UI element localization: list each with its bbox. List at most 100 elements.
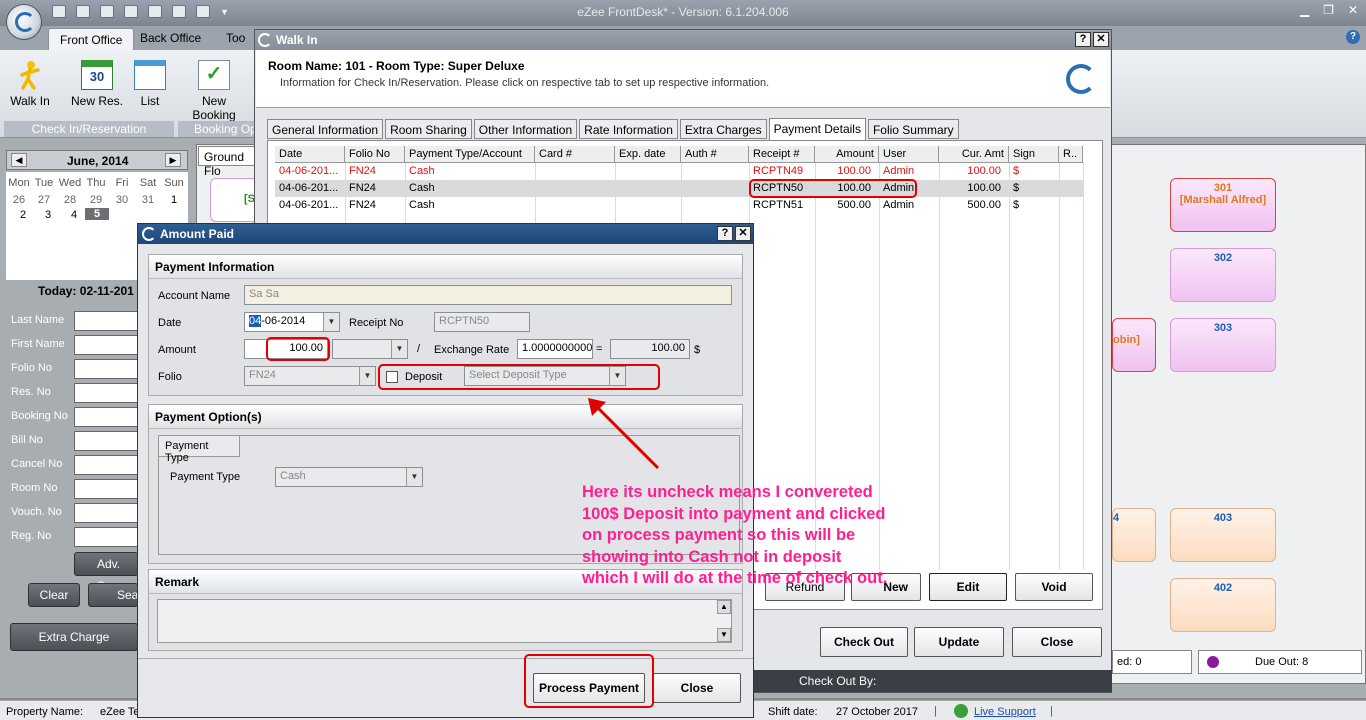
col-user[interactable]: User	[879, 146, 939, 163]
tab-extra-charges[interactable]: Extra Charges	[679, 119, 767, 139]
advanced-search-button[interactable]: Adv. Se	[74, 552, 138, 593]
search-button[interactable]: Sea	[88, 583, 138, 607]
calendar-day[interactable]: 30	[109, 194, 135, 206]
tab-room-sharing[interactable]: Room Sharing	[385, 119, 472, 139]
extra-charge-button[interactable]: Extra Charge	[10, 623, 138, 651]
col-card[interactable]: Card #	[535, 146, 615, 163]
calendar-day[interactable]: 3	[35, 209, 61, 221]
booking-no-input[interactable]	[74, 407, 138, 427]
col-receipt[interactable]: Receipt #	[749, 146, 815, 163]
room-card-partial-number[interactable]: 4	[1112, 508, 1156, 562]
col-amount[interactable]: Amount	[815, 146, 879, 163]
tab-front-office[interactable]: Front Office	[48, 28, 135, 50]
col-folio[interactable]: Folio No	[345, 146, 405, 163]
close-window-button[interactable]: ✕	[1093, 32, 1109, 47]
table-row[interactable]: 04-06-201... FN24 Cash RCPTN51 500.00 Ad…	[275, 197, 1083, 214]
prev-month-icon[interactable]: ◀	[11, 153, 27, 167]
col-payment-type[interactable]: Payment Type/Account	[405, 146, 535, 163]
close-button[interactable]: Close	[1012, 627, 1102, 657]
new-booking-button[interactable]: ✓ New Booking	[181, 60, 247, 122]
bill-no-input[interactable]	[74, 431, 138, 451]
chevron-down-icon[interactable]: ▼	[406, 468, 422, 486]
col-auth[interactable]: Auth #	[681, 146, 749, 163]
floor-tab[interactable]: Ground Flo	[198, 146, 258, 178]
room-card-302[interactable]: 302	[1170, 248, 1276, 302]
payment-type-select[interactable]: Cash	[275, 467, 423, 487]
tab-folio-summary[interactable]: Folio Summary	[867, 119, 959, 139]
calendar-day[interactable]: 27	[31, 194, 57, 206]
col-date[interactable]: Date	[275, 146, 345, 163]
chevron-down-icon[interactable]: ▼	[359, 367, 375, 385]
folio-select[interactable]: FN24	[244, 366, 376, 386]
void-button[interactable]: Void	[1015, 573, 1093, 601]
list-button[interactable]: List	[134, 60, 166, 108]
table-row-voided[interactable]: 04-06-201... FN24 Cash RCPTN49 100.00 Ad…	[275, 163, 1083, 180]
exchange-rate-input[interactable]: 1.0000000000	[517, 339, 593, 359]
edit-button[interactable]: Edit	[929, 573, 1007, 601]
help-button[interactable]: ?	[717, 226, 733, 241]
minimize-icon[interactable]: ▁	[1300, 3, 1309, 17]
cell: Admin	[883, 165, 915, 177]
account-name-field[interactable]: Sa Sa	[244, 285, 732, 305]
tab-other-information[interactable]: Other Information	[473, 119, 578, 139]
table-row-selected[interactable]: 04-06-201... FN24 Cash RCPTN50 100.00 Ad…	[275, 180, 1083, 197]
close-button[interactable]: Close	[653, 673, 741, 703]
tab-rate-information[interactable]: Rate Information	[579, 119, 678, 139]
scroll-up-icon[interactable]: ▲	[717, 600, 731, 614]
folio-no-input[interactable]	[74, 359, 138, 379]
col-r[interactable]: R..	[1059, 146, 1083, 163]
walk-in-button[interactable]: Walk In	[8, 60, 52, 108]
last-name-input[interactable]	[74, 311, 138, 331]
calendar-day[interactable]: 31	[135, 194, 161, 206]
room-card-403[interactable]: 403	[1170, 508, 1276, 562]
date-picker[interactable]: 04-06-2014 ▼	[244, 312, 340, 332]
cancel-no-input[interactable]	[74, 455, 138, 475]
room-card-partial[interactable]: [S	[210, 178, 260, 222]
room-card-303[interactable]: 303	[1170, 318, 1276, 372]
res-no-input[interactable]	[74, 383, 138, 403]
close-dialog-button[interactable]: ✕	[735, 226, 751, 241]
next-month-icon[interactable]: ▶	[165, 153, 181, 167]
check-out-by-label: Check Out By:	[799, 674, 877, 688]
tab-payment-details[interactable]: Payment Details	[768, 118, 866, 140]
help-button[interactable]: ?	[1075, 32, 1091, 47]
live-support-link[interactable]: Live Support	[974, 706, 1036, 718]
chevron-down-icon[interactable]: ▼	[391, 340, 407, 358]
calendar-day[interactable]: 1	[161, 194, 187, 206]
clear-button[interactable]: Clear	[28, 583, 80, 607]
tab-tools[interactable]: Too	[226, 31, 245, 45]
col-cur-amt[interactable]: Cur. Amt	[939, 146, 1009, 163]
calendar-day-selected[interactable]: 5	[85, 208, 109, 220]
scroll-down-icon[interactable]: ▼	[717, 628, 731, 642]
app-logo-icon[interactable]	[6, 4, 42, 40]
col-sign[interactable]: Sign	[1009, 146, 1059, 163]
due-out-label: Due Out: 8	[1255, 656, 1309, 668]
close-icon[interactable]: ✕	[1348, 3, 1358, 17]
calendar-day[interactable]: 29	[83, 194, 109, 206]
room-no-input[interactable]	[74, 479, 138, 499]
new-reservation-button[interactable]: 30 New Res.	[70, 60, 124, 108]
room-card-301[interactable]: 301 [Marshall Alfred]	[1170, 178, 1276, 232]
room-card-partial-guest[interactable]: obin]	[1112, 318, 1156, 372]
tab-general-information[interactable]: General Information	[267, 119, 384, 139]
live-support-icon[interactable]	[954, 704, 968, 718]
cell: Cash	[409, 182, 435, 194]
col-exp-date[interactable]: Exp. date	[615, 146, 681, 163]
calendar-day[interactable]: 2	[10, 209, 36, 221]
remark-textarea[interactable]: ▲ ▼	[157, 599, 732, 643]
first-name-input[interactable]	[74, 335, 138, 355]
currency-select[interactable]: ▼	[332, 339, 408, 359]
update-button[interactable]: Update	[914, 627, 1004, 657]
calendar-day[interactable]: 4	[61, 209, 87, 221]
restore-icon[interactable]: ❐	[1323, 3, 1334, 17]
tab-back-office[interactable]: Back Office	[140, 31, 201, 45]
calendar-day[interactable]: 26	[6, 194, 32, 206]
check-out-button[interactable]: Check Out	[820, 627, 908, 657]
chevron-down-icon[interactable]: ▼	[323, 313, 339, 331]
tab-payment-type[interactable]: Payment Type	[158, 435, 240, 464]
room-card-402[interactable]: 402	[1170, 578, 1276, 632]
help-icon[interactable]: ?	[1346, 30, 1360, 44]
vouch-no-input[interactable]	[74, 503, 138, 523]
reg-no-input[interactable]	[74, 527, 138, 547]
calendar-day[interactable]: 28	[57, 194, 83, 206]
